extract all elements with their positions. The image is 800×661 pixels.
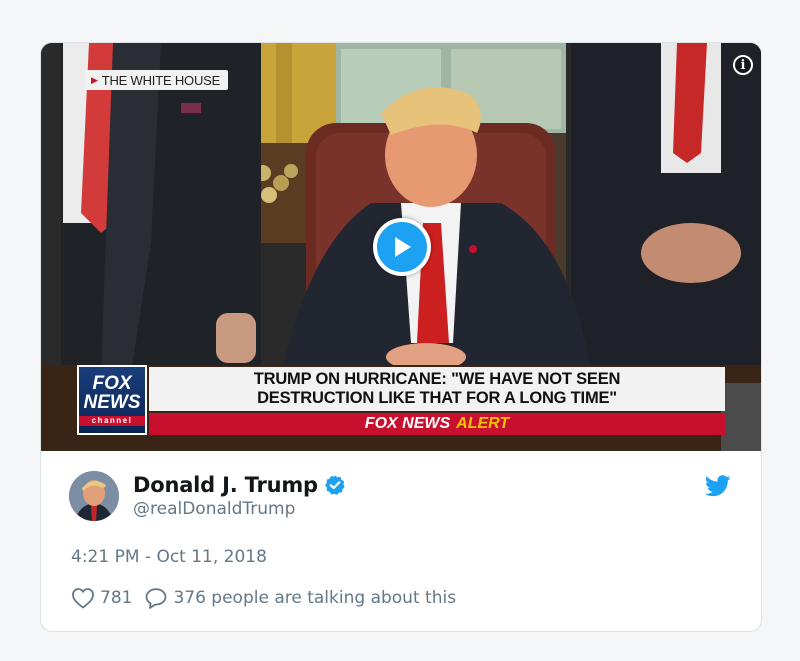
logo-line-3: channel	[79, 416, 145, 426]
fox-news-logo: FOX NEWS channel	[77, 365, 147, 435]
logo-line-1: FOX	[92, 373, 132, 394]
speech-bubble-icon	[146, 588, 167, 609]
author-handle[interactable]: @realDonaldTrump	[133, 499, 346, 519]
alert-brand: FOX NEWS	[364, 415, 451, 432]
tweet-author[interactable]: Donald J. Trump @realDonaldTrump	[69, 471, 346, 521]
author-names: Donald J. Trump @realDonaldTrump	[133, 473, 346, 519]
tweet-timestamp[interactable]: 4:21 PM - Oct 11, 2018	[71, 547, 267, 567]
tweet-actions: 781 376 people are talking about this	[71, 587, 456, 609]
play-triangle-icon: ▶	[91, 74, 98, 85]
chyron-alert-bar: FOX NEWS ALERT	[149, 413, 725, 435]
avatar-image	[69, 471, 119, 521]
like-button[interactable]: 781	[71, 587, 132, 609]
info-icon[interactable]: i	[733, 55, 753, 75]
location-tag-label: THE WHITE HOUSE	[101, 72, 221, 88]
play-button[interactable]	[373, 218, 431, 276]
logo-line-2: NEWS	[83, 392, 141, 413]
talking-link[interactable]: 376 people are talking about this	[144, 587, 456, 609]
embedded-tweet-card: ▶ THE WHITE HOUSE i FOX NEWS channel TRU…	[40, 42, 762, 632]
heart-icon	[72, 588, 94, 609]
avatar[interactable]	[69, 471, 119, 521]
twitter-bird-icon[interactable]	[705, 475, 731, 497]
like-count: 781	[100, 588, 133, 608]
video-player[interactable]: ▶ THE WHITE HOUSE i FOX NEWS channel TRU…	[41, 43, 761, 451]
location-tag: ▶ THE WHITE HOUSE	[85, 70, 229, 90]
play-icon	[395, 237, 411, 257]
chyron-headline: TRUMP ON HURRICANE: "WE HAVE NOT SEEN DE…	[149, 367, 725, 411]
talking-label: 376 people are talking about this	[173, 588, 457, 608]
alert-label: ALERT	[456, 415, 510, 432]
chyron-headline-line-1: TRUMP ON HURRICANE: "WE HAVE NOT SEEN	[253, 370, 621, 388]
verified-badge-icon	[324, 475, 345, 495]
name-row: Donald J. Trump	[133, 473, 346, 497]
chyron-headline-line-2: DESTRUCTION LIKE THAT FOR A LONG TIME"	[257, 389, 617, 407]
author-name[interactable]: Donald J. Trump	[133, 473, 318, 497]
